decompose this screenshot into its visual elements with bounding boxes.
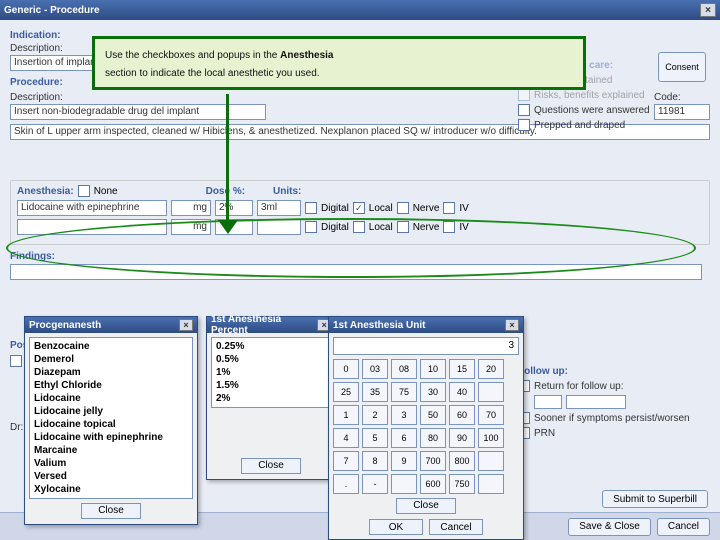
keypad-key[interactable]: 60	[449, 405, 475, 425]
anesth-drug-1[interactable]: Lidocaine with epinephrine	[17, 200, 167, 216]
nerve-checkbox-1[interactable]	[397, 202, 409, 214]
list-item[interactable]: Demerol	[32, 353, 190, 366]
keypad-key[interactable]: 10	[420, 359, 446, 379]
return-amount[interactable]	[534, 395, 562, 409]
iv-checkbox-1[interactable]	[443, 202, 455, 214]
keypad-key[interactable]: 750	[449, 474, 475, 494]
list-item[interactable]: 0.25%	[214, 340, 328, 353]
window-titlebar: Generic - Procedure ×	[0, 0, 720, 20]
keypad-grid: 00308101520 2535753040 123506070 4568090100…	[333, 359, 519, 494]
return-unit[interactable]	[566, 395, 626, 409]
list-item[interactable]: Ethyl Chloride	[32, 379, 190, 392]
instruction-callout: Use the checkboxes and popups in the Ane…	[92, 36, 586, 90]
anesth-units-1[interactable]: 3ml	[257, 200, 301, 216]
keypad-key[interactable]: -	[362, 474, 388, 494]
keypad-key[interactable]: 75	[391, 382, 417, 402]
digital-checkbox-1[interactable]	[305, 202, 317, 214]
risks-checkbox[interactable]	[518, 89, 530, 101]
local-checkbox-1[interactable]: ✓	[353, 202, 365, 214]
list-item[interactable]: Benzocaine	[32, 340, 190, 353]
list-item[interactable]: 1.5%	[214, 379, 328, 392]
keypad-key[interactable]: 2	[362, 405, 388, 425]
keypad-key[interactable]: 15	[449, 359, 475, 379]
list-item[interactable]: 2%	[214, 392, 328, 405]
keypad-key[interactable]: 100	[478, 428, 504, 448]
keypad-key[interactable]: 1	[333, 405, 359, 425]
keypad-key[interactable]: 700	[420, 451, 446, 471]
keypad-key[interactable]	[478, 451, 504, 471]
units-label: Units:	[273, 186, 301, 197]
anesth-list[interactable]: BenzocaineDemerolDiazepamEthyl ChlorideL…	[29, 337, 193, 499]
list-item[interactable]: Lidocaine jelly	[32, 405, 190, 418]
keypad-display: 3	[333, 337, 519, 355]
keypad-key[interactable]: 25	[333, 382, 359, 402]
keypad-key[interactable]: 35	[362, 382, 388, 402]
anesth-close-button[interactable]: Close	[81, 503, 141, 519]
keypad-key[interactable]: 800	[449, 451, 475, 471]
percent-popup: 1st Anesthesia Percent× 0.25%0.5%1%1.5%2…	[206, 316, 336, 480]
keypad-key[interactable]: 9	[391, 451, 417, 471]
keypad-key[interactable]: 8	[362, 451, 388, 471]
list-item[interactable]: 0.5%	[214, 353, 328, 366]
prepped-checkbox[interactable]	[518, 119, 530, 131]
keypad-key[interactable]	[478, 474, 504, 494]
keypad-key[interactable]: 5	[362, 428, 388, 448]
keypad-key[interactable]: 600	[420, 474, 446, 494]
keypad-key[interactable]: 4	[333, 428, 359, 448]
keypad-key[interactable]: 90	[449, 428, 475, 448]
keypad-key[interactable]: 80	[420, 428, 446, 448]
keypad-key[interactable]	[391, 474, 417, 494]
anesth-popup: Procgenanesth× BenzocaineDemerolDiazepam…	[24, 316, 198, 525]
cancel-button[interactable]: Cancel	[657, 518, 710, 536]
keypad-close-button[interactable]: Close	[396, 498, 456, 514]
list-item[interactable]: Lidocaine	[32, 392, 190, 405]
questions-checkbox[interactable]	[518, 104, 530, 116]
list-item[interactable]: Versed	[32, 470, 190, 483]
list-item[interactable]: Diazepam	[32, 366, 190, 379]
keypad-key[interactable]: 3	[391, 405, 417, 425]
list-item[interactable]: Lidocaine topical	[32, 418, 190, 431]
keypad-key[interactable]: 6	[391, 428, 417, 448]
anesth-mg-1[interactable]: mg	[171, 200, 211, 216]
keypad-key[interactable]: 50	[420, 405, 446, 425]
window-title: Generic - Procedure	[4, 5, 100, 16]
anesthesia-label: Anesthesia:	[17, 186, 74, 197]
keypad-ok-button[interactable]: OK	[369, 519, 423, 535]
callout-arrowhead	[218, 220, 238, 234]
list-item[interactable]: 1%	[214, 366, 328, 379]
keypad-key[interactable]: .	[333, 474, 359, 494]
keypad-key[interactable]	[478, 382, 504, 402]
keypad-key[interactable]: 7	[333, 451, 359, 471]
list-item[interactable]: Xylocaine	[32, 483, 190, 496]
units-popup: 1st Anesthesia Unit× 3 00308101520253575…	[328, 316, 524, 540]
percent-close-button[interactable]: Close	[241, 458, 301, 474]
close-icon[interactable]: ×	[179, 319, 193, 331]
list-item[interactable]: Valium	[32, 457, 190, 470]
keypad-key[interactable]: 03	[362, 359, 388, 379]
keypad-key[interactable]: 30	[420, 382, 446, 402]
close-icon[interactable]: ×	[700, 3, 716, 17]
bitf-checkbox[interactable]	[10, 355, 22, 367]
followup-section: Follow up: Return for follow up: Sooner …	[518, 362, 708, 442]
keypad-cancel-button[interactable]: Cancel	[429, 519, 483, 535]
none-checkbox[interactable]	[78, 185, 90, 197]
list-item[interactable]: Lidocaine with epinephrine	[32, 431, 190, 444]
keypad-key[interactable]: 0	[333, 359, 359, 379]
anesth-dose-1[interactable]: 2%	[215, 200, 253, 216]
close-icon[interactable]: ×	[505, 319, 519, 331]
submit-superbill-button[interactable]: Submit to Superbill	[602, 490, 708, 508]
percent-list[interactable]: 0.25%0.5%1%1.5%2%	[211, 337, 331, 408]
callout-arrow	[226, 94, 229, 224]
highlight-ellipse	[6, 218, 696, 278]
keypad-key[interactable]: 20	[478, 359, 504, 379]
list-item[interactable]: Marcaine	[32, 444, 190, 457]
save-close-button[interactable]: Save & Close	[568, 518, 651, 536]
keypad-key[interactable]: 08	[391, 359, 417, 379]
keypad-key[interactable]: 70	[478, 405, 504, 425]
none-label: None	[94, 186, 118, 197]
keypad-key[interactable]: 40	[449, 382, 475, 402]
